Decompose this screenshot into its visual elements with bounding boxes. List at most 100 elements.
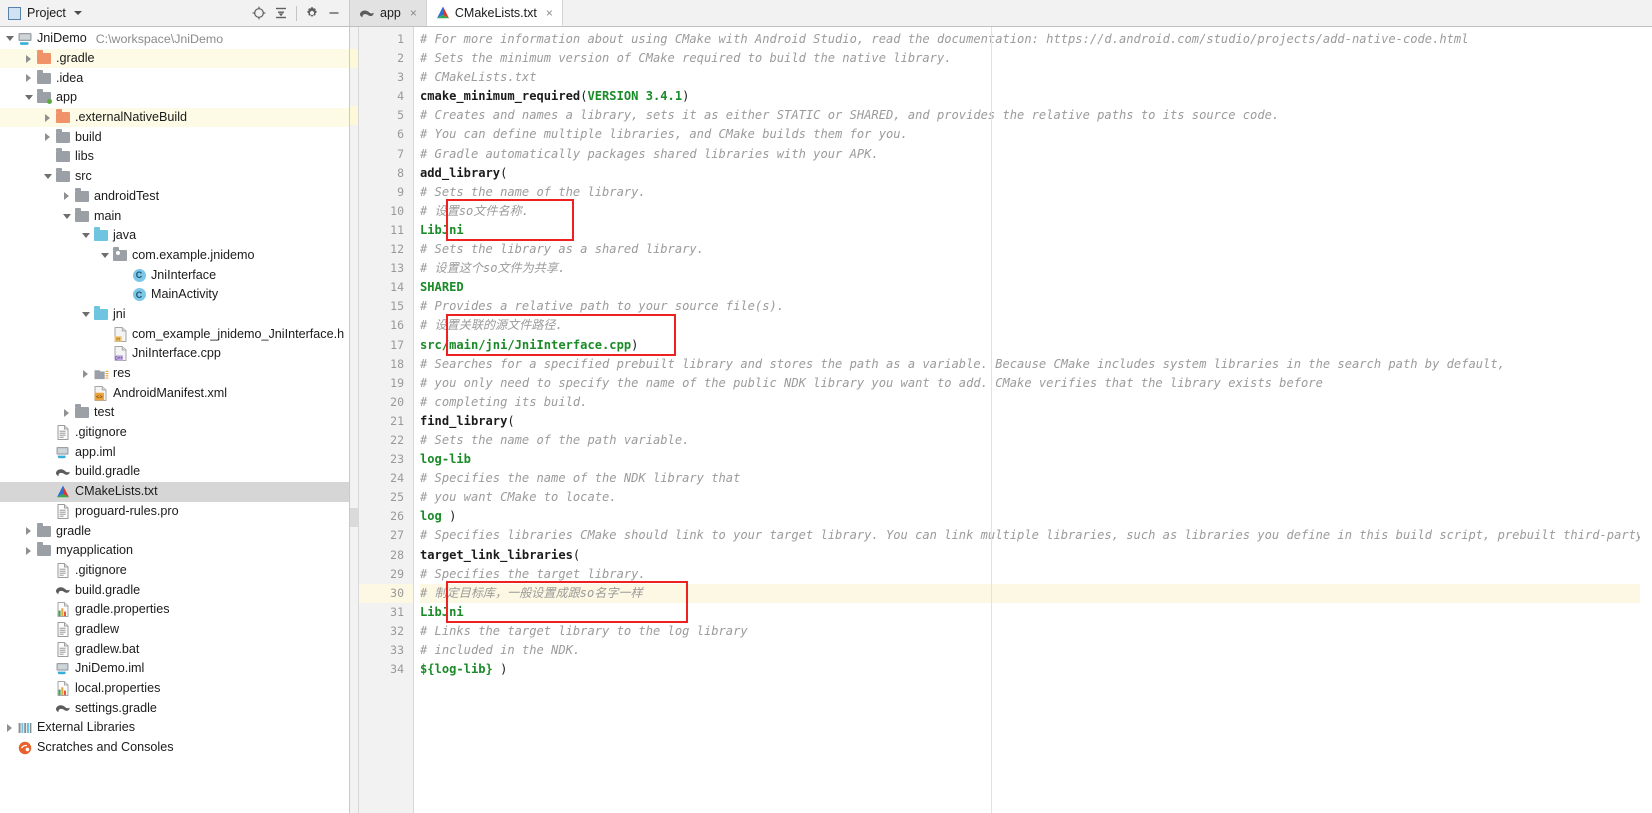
tab-cmakelists[interactable]: CMakeLists.txt × — [426, 0, 563, 26]
tree-item-java[interactable]: java — [0, 226, 349, 246]
code-line[interactable]: # Searches for a specified prebuilt libr… — [420, 355, 1652, 374]
tree-item-com-example-jnidemo-jniinterface-h[interactable]: Hcom_example_jnidemo_JniInterface.h — [0, 324, 349, 344]
chevron-right-icon[interactable] — [23, 526, 34, 537]
code-line[interactable]: target_link_libraries( — [420, 546, 1652, 565]
change-marker[interactable] — [350, 49, 358, 69]
code-line[interactable]: # Sets the name of the library. — [420, 183, 1652, 202]
code-line[interactable]: # 设置这个so文件为共享. — [420, 259, 1652, 278]
code-line[interactable]: # completing its build. — [420, 393, 1652, 412]
tree-item--externalnativebuild[interactable]: .externalNativeBuild — [0, 107, 349, 128]
code-line[interactable]: # Sets the minimum version of CMake requ… — [420, 49, 1652, 68]
code-line[interactable]: # Creates and names a library, sets it a… — [420, 106, 1652, 125]
code-line[interactable]: ${log-lib} ) — [420, 660, 1652, 679]
hide-panel-icon[interactable] — [323, 0, 345, 26]
code-line[interactable]: # Specifies libraries CMake should link … — [420, 526, 1652, 545]
editor-code-area[interactable]: # For more information about using CMake… — [414, 27, 1652, 813]
code-line[interactable]: src/main/jni/JniInterface.cpp) — [420, 336, 1652, 355]
code-line[interactable]: # included in the NDK. — [420, 641, 1652, 660]
chevron-down-icon[interactable] — [61, 211, 72, 222]
chevron-down-icon[interactable] — [80, 309, 91, 320]
code-line[interactable]: # Provides a relative path to your sourc… — [420, 297, 1652, 316]
tree-item-local-properties[interactable]: local.properties — [0, 679, 349, 699]
tree-item--gitignore[interactable]: .gitignore — [0, 423, 349, 443]
tree-item-jnidemo-iml[interactable]: JniDemo.iml — [0, 659, 349, 679]
code-line[interactable]: # For more information about using CMake… — [420, 30, 1652, 49]
code-line[interactable]: # you only need to specify the name of t… — [420, 374, 1652, 393]
chevron-right-icon[interactable] — [80, 368, 91, 379]
chevron-down-icon[interactable] — [23, 92, 34, 103]
code-line[interactable]: # You can define multiple libraries, and… — [420, 125, 1652, 144]
code-line[interactable]: log-lib — [420, 450, 1652, 469]
tree-item-jniinterface[interactable]: C JniInterface — [0, 265, 349, 285]
code-line[interactable]: # Specifies the target library. — [420, 565, 1652, 584]
tree-item-jnidemo[interactable]: JniDemo C:\workspace\JniDemo — [0, 29, 349, 49]
project-view-selector[interactable]: Project — [0, 0, 88, 26]
code-line[interactable]: # 设置关联的源文件路径. — [420, 316, 1652, 335]
tree-item-mainactivity[interactable]: C MainActivity — [0, 285, 349, 305]
tab-app[interactable]: app × — [350, 0, 427, 26]
tree-item-proguard-rules-pro[interactable]: proguard-rules.pro — [0, 502, 349, 522]
project-tree[interactable]: JniDemo C:\workspace\JniDemo .gradle .idea a… — [0, 27, 350, 813]
tree-item-build[interactable]: build — [0, 127, 349, 147]
chevron-right-icon[interactable] — [61, 407, 72, 418]
code-line[interactable]: LibJni — [420, 221, 1652, 240]
chevron-down-icon[interactable] — [42, 171, 53, 182]
tree-item-app[interactable]: app — [0, 88, 349, 108]
collapse-all-icon[interactable] — [270, 0, 292, 26]
tree-item-jni[interactable]: jni — [0, 305, 349, 325]
tree-item-gradle[interactable]: gradle — [0, 521, 349, 541]
gear-icon[interactable] — [301, 0, 323, 26]
tree-item-androidmanifest-xml[interactable]: <> AndroidManifest.xml — [0, 383, 349, 403]
tree-item-src[interactable]: src — [0, 167, 349, 187]
chevron-right-icon[interactable] — [23, 53, 34, 64]
close-icon[interactable]: × — [410, 6, 417, 20]
code-line[interactable]: # Gradle automatically packages shared l… — [420, 145, 1652, 164]
change-marker[interactable] — [350, 106, 358, 126]
code-line[interactable]: find_library( — [420, 412, 1652, 431]
tree-item-main[interactable]: main — [0, 206, 349, 226]
tree-item-settings-gradle[interactable]: settings.gradle — [0, 698, 349, 718]
chevron-right-icon[interactable] — [61, 191, 72, 202]
tree-item-app-iml[interactable]: app.iml — [0, 442, 349, 462]
chevron-down-icon[interactable] — [99, 250, 110, 261]
tree-item-test[interactable]: test — [0, 403, 349, 423]
code-line[interactable]: # Specifies the name of the NDK library … — [420, 469, 1652, 488]
tree-item-libs[interactable]: libs — [0, 147, 349, 167]
code-line[interactable]: # CMakeLists.txt — [420, 68, 1652, 87]
code-line[interactable]: SHARED — [420, 278, 1652, 297]
tree-item-com-example-jnidemo[interactable]: com.example.jnidemo — [0, 246, 349, 266]
tree-item-gradlew-bat[interactable]: gradlew.bat — [0, 639, 349, 659]
chevron-right-icon[interactable] — [4, 722, 15, 733]
chevron-right-icon[interactable] — [23, 73, 34, 84]
code-line[interactable]: cmake_minimum_required(VERSION 3.4.1) — [420, 87, 1652, 106]
tree-item-gradlew[interactable]: gradlew — [0, 620, 349, 640]
chevron-right-icon[interactable] — [42, 132, 53, 143]
chevron-down-icon[interactable] — [80, 230, 91, 241]
code-line[interactable]: # Sets the name of the path variable. — [420, 431, 1652, 450]
tree-item-res[interactable]: res — [0, 364, 349, 384]
editor-scrollbar[interactable] — [1640, 27, 1652, 813]
close-icon[interactable]: × — [546, 6, 553, 20]
tree-item-external-libraries[interactable]: External Libraries — [0, 718, 349, 738]
tree-item-myapplication[interactable]: myapplication — [0, 541, 349, 561]
locate-icon[interactable] — [248, 0, 270, 26]
code-line[interactable]: # 设置so文件名称. — [420, 202, 1652, 221]
tree-item--gitignore[interactable]: .gitignore — [0, 561, 349, 581]
tree-item--gradle[interactable]: .gradle — [0, 48, 349, 69]
tree-item-cmakelists-txt[interactable]: CMakeLists.txt — [0, 481, 349, 502]
tree-item-jniinterface-cpp[interactable]: C++ JniInterface.cpp — [0, 344, 349, 364]
code-line[interactable]: # 制定目标库，一般设置成跟so名字一样 — [420, 583, 1652, 603]
code-editor[interactable]: 1 2 3 4 5 6 7 8 9 10 11 12 13 14 15 16 17 18 19 20 21 22 23 24 2… — [350, 27, 1652, 813]
chevron-right-icon[interactable] — [42, 112, 53, 123]
chevron-down-icon[interactable] — [4, 33, 15, 44]
tree-item-scratches-and-consoles[interactable]: Scratches and Consoles — [0, 738, 349, 758]
code-line[interactable]: LibJni — [420, 603, 1652, 622]
code-line[interactable]: log ) — [420, 507, 1652, 526]
change-marker[interactable] — [350, 507, 358, 527]
tree-item-build-gradle[interactable]: build.gradle — [0, 462, 349, 482]
code-line[interactable]: # Links the target library to the log li… — [420, 622, 1652, 641]
tree-item-gradle-properties[interactable]: gradle.properties — [0, 600, 349, 620]
chevron-right-icon[interactable] — [23, 545, 34, 556]
code-line[interactable]: # Sets the library as a shared library. — [420, 240, 1652, 259]
code-line[interactable]: # you want CMake to locate. — [420, 488, 1652, 507]
